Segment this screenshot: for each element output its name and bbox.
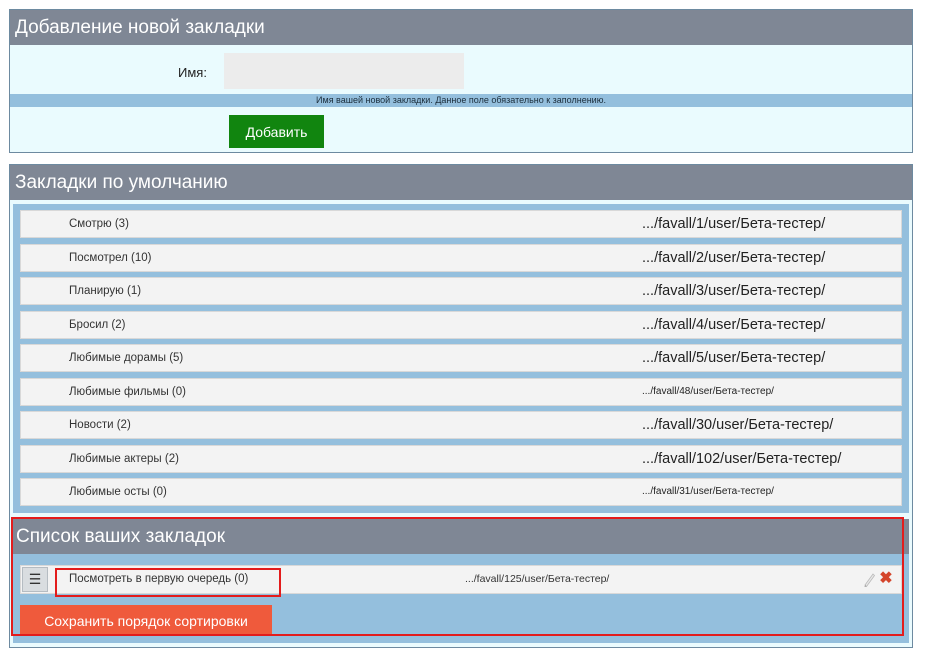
- add-button[interactable]: Добавить: [229, 115, 324, 148]
- default-bookmarks-panel: Закладки по умолчанию Смотрю (3) .../fav…: [9, 164, 913, 648]
- default-bookmarks-title: Закладки по умолчанию: [10, 165, 912, 200]
- list-item[interactable]: Посмотрел (10) .../favall/2/user/Бета-те…: [20, 244, 902, 272]
- bookmark-url[interactable]: .../favall/4/user/Бета-тестер/: [642, 312, 825, 338]
- bookmark-label[interactable]: Бросил (2): [69, 312, 125, 338]
- edit-pencil-icon[interactable]: [862, 570, 876, 588]
- bookmark-label[interactable]: Любимые дорамы (5): [69, 345, 183, 371]
- list-item[interactable]: Планирую (1) .../favall/3/user/Бета-тест…: [20, 277, 902, 305]
- drag-handle-icon[interactable]: ☰: [22, 567, 48, 592]
- delete-icon[interactable]: ✖: [879, 570, 893, 588]
- bookmark-label[interactable]: Новости (2): [69, 412, 131, 438]
- user-bookmarks-title: Список ваших закладок: [13, 519, 909, 554]
- list-item[interactable]: Любимые осты (0) .../favall/31/user/Бета…: [20, 478, 902, 506]
- list-item[interactable]: Смотрю (3) .../favall/1/user/Бета-тестер…: [20, 210, 902, 238]
- user-bookmarks-list: ☰ Посмотреть в первую очередь (0) .../fa…: [13, 554, 909, 643]
- list-item[interactable]: Любимые дорамы (5) .../favall/5/user/Бет…: [20, 344, 902, 372]
- list-item[interactable]: ☰ Посмотреть в первую очередь (0) .../fa…: [20, 565, 902, 594]
- name-hint: Имя вашей новой закладки. Данное поле об…: [10, 94, 912, 107]
- bookmark-url[interactable]: .../favall/2/user/Бета-тестер/: [642, 245, 825, 271]
- default-bookmarks-list: Смотрю (3) .../favall/1/user/Бета-тестер…: [13, 204, 909, 513]
- bookmark-label[interactable]: Смотрю (3): [69, 211, 129, 237]
- list-item[interactable]: Бросил (2) .../favall/4/user/Бета-тестер…: [20, 311, 902, 339]
- save-sort-order-button[interactable]: Сохранить порядок сортировки: [20, 605, 272, 636]
- add-bookmark-panel: Добавление новой закладки Имя: Имя вашей…: [9, 9, 913, 153]
- bookmark-name-input[interactable]: [224, 53, 464, 89]
- bookmark-url[interactable]: .../favall/125/user/Бета-тестер/: [465, 566, 609, 593]
- bookmark-label[interactable]: Посмотреть в первую очередь (0): [69, 566, 248, 593]
- bookmark-label[interactable]: Планирую (1): [69, 278, 141, 304]
- bookmark-url[interactable]: .../favall/30/user/Бета-тестер/: [642, 412, 833, 438]
- bookmark-url[interactable]: .../favall/31/user/Бета-тестер/: [642, 479, 774, 505]
- list-item[interactable]: Новости (2) .../favall/30/user/Бета-тест…: [20, 411, 902, 439]
- bookmark-label[interactable]: Посмотрел (10): [69, 245, 152, 271]
- bookmark-label[interactable]: Любимые осты (0): [69, 479, 167, 505]
- bookmark-label[interactable]: Любимые актеры (2): [69, 446, 179, 472]
- bookmark-url[interactable]: .../favall/102/user/Бета-тестер/: [642, 446, 841, 472]
- bookmark-url[interactable]: .../favall/5/user/Бета-тестер/: [642, 345, 825, 371]
- bookmark-url[interactable]: .../favall/1/user/Бета-тестер/: [642, 211, 825, 237]
- bookmark-label[interactable]: Любимые фильмы (0): [69, 379, 186, 405]
- add-bookmark-title: Добавление новой закладки: [10, 10, 912, 45]
- name-label: Имя:: [178, 65, 207, 80]
- list-item[interactable]: Любимые актеры (2) .../favall/102/user/Б…: [20, 445, 902, 473]
- bookmark-url[interactable]: .../favall/3/user/Бета-тестер/: [642, 278, 825, 304]
- list-item[interactable]: Любимые фильмы (0) .../favall/48/user/Бе…: [20, 378, 902, 406]
- bookmark-url[interactable]: .../favall/48/user/Бета-тестер/: [642, 379, 774, 405]
